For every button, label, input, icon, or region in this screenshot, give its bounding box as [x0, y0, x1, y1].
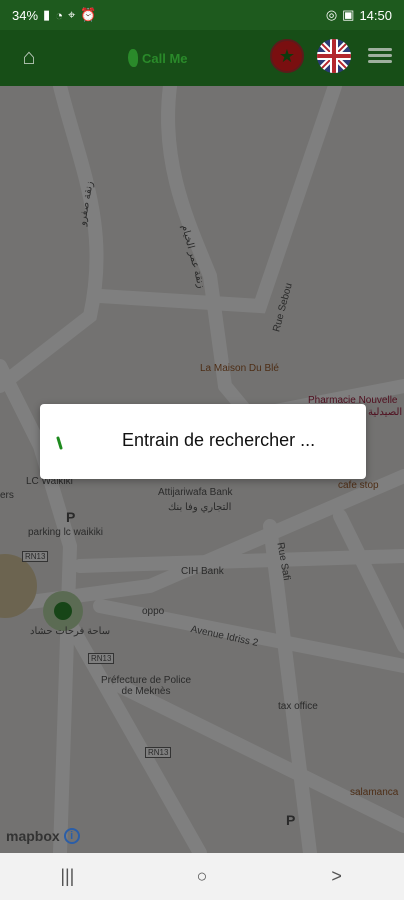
home-icon[interactable]: ⌂: [16, 44, 42, 70]
uk-flag-icon[interactable]: [317, 39, 351, 73]
location-icon: ⌖: [68, 7, 76, 22]
sync-icon: ◎: [325, 7, 338, 22]
home-button[interactable]: ○: [182, 862, 222, 892]
hamburger-menu-icon[interactable]: [368, 45, 392, 67]
status-bar: 34% ▮ ◔ ⌖ ⏰ ◎ ▣ 14:50: [0, 0, 404, 30]
wifi-icon: ◔: [55, 7, 64, 23]
image-icon: ▣: [342, 7, 355, 22]
signal-icon: ▮: [43, 7, 51, 22]
clock: 14:50: [359, 7, 392, 23]
loading-message: Entrain de rechercher ...: [122, 430, 316, 450]
info-icon[interactable]: i: [63, 828, 80, 844]
app-logo: Call Me: [128, 44, 188, 72]
leaf-icon: [128, 49, 138, 67]
loading-dialog: Entrain de rechercher ...: [40, 404, 366, 479]
loading-spinner-icon: [56, 436, 63, 450]
morocco-flag-icon[interactable]: ★: [270, 39, 304, 73]
recent-apps-button[interactable]: |||: [47, 862, 87, 892]
app-name: Call Me: [142, 50, 188, 66]
back-button[interactable]: >: [317, 862, 357, 892]
battery-level: 34%: [12, 7, 39, 23]
mapbox-attribution: mapbox i: [6, 828, 80, 844]
mapbox-logo: mapbox: [6, 828, 60, 844]
alarm-icon: ⏰: [80, 7, 97, 22]
app-header: ⌂ Call Me ★: [0, 30, 404, 86]
system-nav-bar: ||| ○ >: [0, 853, 404, 900]
